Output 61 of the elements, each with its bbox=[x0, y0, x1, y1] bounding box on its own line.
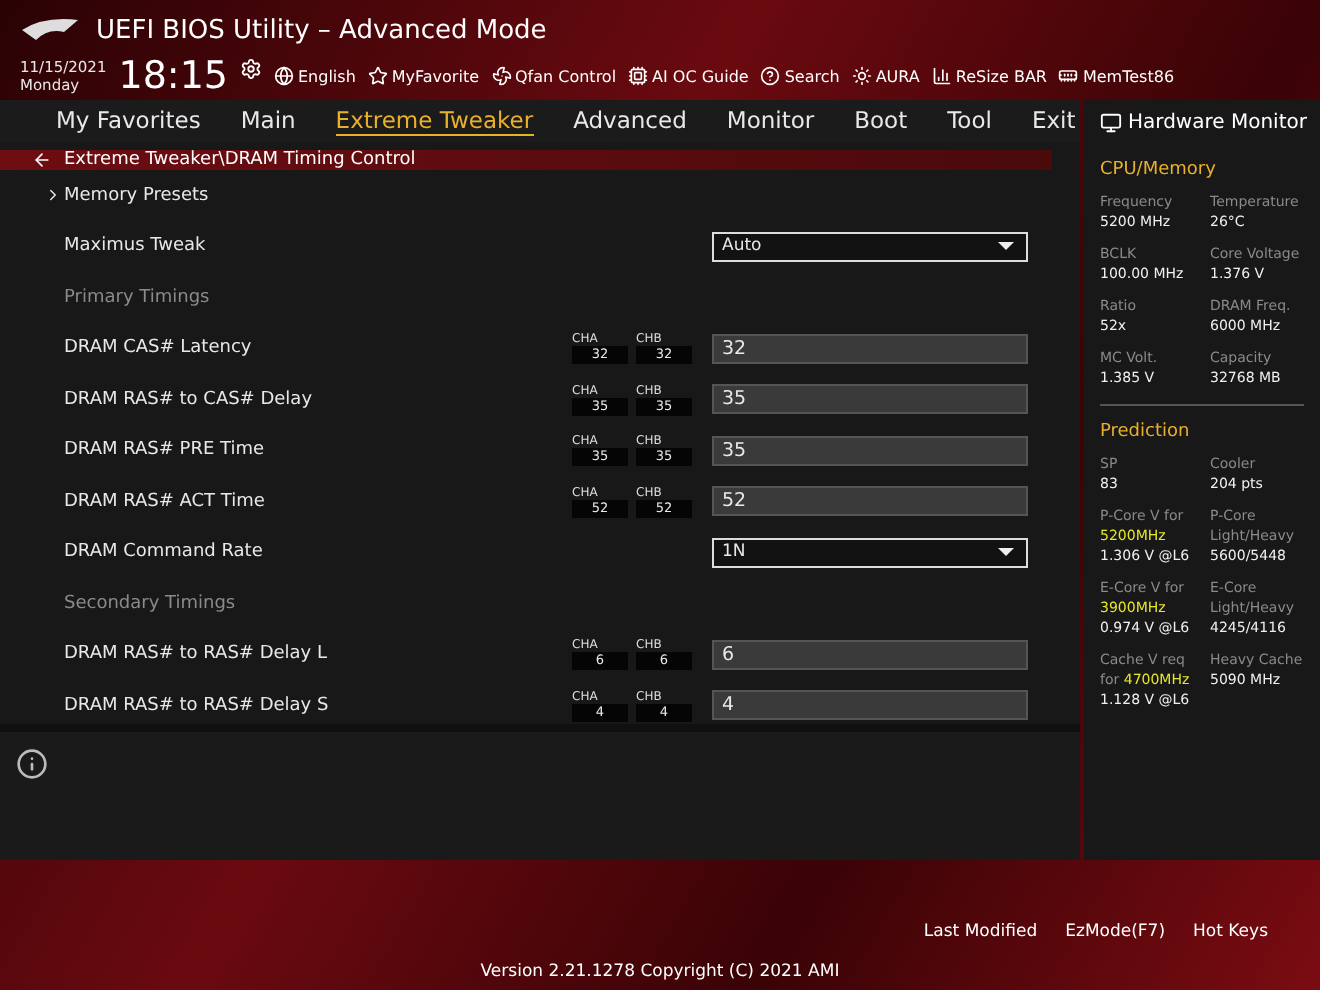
globe-icon bbox=[274, 66, 294, 86]
section-heading: CPU/Memory bbox=[1100, 160, 1218, 180]
fan-icon bbox=[491, 66, 511, 86]
star-icon bbox=[367, 66, 388, 86]
menu-tab[interactable]: Extreme Tweaker bbox=[335, 106, 534, 137]
info-icon bbox=[16, 748, 48, 781]
submenu-link[interactable]: Memory Presets bbox=[64, 185, 572, 206]
menu-tab[interactable]: Tool bbox=[947, 106, 992, 137]
bar-chart-icon bbox=[931, 66, 952, 86]
footer-button[interactable]: Last Modified bbox=[923, 922, 1038, 942]
menu-tab[interactable]: Boot bbox=[854, 106, 908, 137]
toolbar-button[interactable]: MemTest86 bbox=[1058, 66, 1175, 86]
setting-label: DRAM Command Rate bbox=[64, 542, 265, 563]
caret-icon bbox=[998, 242, 1014, 251]
dropdown-field[interactable]: 1N bbox=[712, 537, 1028, 568]
input-field[interactable]: 35 bbox=[712, 384, 1028, 415]
toolbar-button[interactable]: English bbox=[274, 66, 356, 86]
footer-button[interactable]: Hot Keys bbox=[1193, 922, 1268, 942]
chevron-icon bbox=[44, 186, 62, 205]
menu-tab[interactable]: My Favorites bbox=[56, 106, 201, 137]
input-field[interactable]: 32 bbox=[712, 333, 1028, 364]
setting-label: Maximus Tweak bbox=[64, 236, 208, 257]
chip-icon bbox=[628, 66, 649, 86]
setting-label: DRAM RAS# PRE Time bbox=[64, 440, 267, 461]
monitor-icon bbox=[1100, 111, 1122, 133]
toolbar-button[interactable]: MyFavorite bbox=[367, 66, 479, 86]
toolbar-button[interactable]: AURA bbox=[851, 66, 920, 86]
search-icon bbox=[760, 66, 781, 86]
section-heading: Secondary Timings bbox=[64, 593, 238, 614]
toolbar-button[interactable]: ReSize BAR bbox=[931, 66, 1047, 86]
version-text: Version 2.21.1278 Copyright (C) 2021 AMI bbox=[478, 962, 842, 982]
section-heading: Primary Timings bbox=[64, 287, 212, 308]
breadcrumb-text: Extreme Tweaker\DRAM Timing Control bbox=[64, 150, 416, 171]
logo-icon bbox=[20, 16, 80, 44]
section-heading: Prediction bbox=[1100, 422, 1192, 442]
clock-time: 18:15 bbox=[118, 54, 228, 98]
setting-label: DRAM RAS# ACT Time bbox=[64, 491, 267, 512]
sun-icon bbox=[851, 66, 872, 86]
dropdown-field[interactable]: Auto bbox=[712, 231, 1028, 262]
input-field[interactable]: 4 bbox=[712, 690, 1028, 721]
memory-icon bbox=[1058, 66, 1079, 86]
settings-icon[interactable] bbox=[240, 57, 262, 79]
toolbar-button[interactable]: Qfan Control bbox=[491, 66, 617, 86]
input-field[interactable]: 35 bbox=[712, 435, 1028, 466]
toolbar-button[interactable]: Search bbox=[760, 66, 840, 86]
menu-tab[interactable]: Main bbox=[240, 106, 296, 137]
menu-tab[interactable]: Monitor bbox=[726, 106, 815, 137]
window-title: UEFI BIOS Utility – Advanced Mode bbox=[96, 15, 547, 45]
input-field[interactable]: 6 bbox=[712, 639, 1028, 670]
caret-icon bbox=[998, 548, 1014, 557]
toolbar-button[interactable]: AI OC Guide bbox=[628, 66, 749, 86]
input-field[interactable]: 52 bbox=[712, 486, 1028, 517]
menu-tab[interactable]: Advanced bbox=[573, 106, 687, 137]
panel-title: Hardware Monitor bbox=[1128, 111, 1307, 133]
footer-button[interactable]: EzMode(F7) bbox=[1065, 922, 1166, 942]
setting-label: DRAM RAS# to CAS# Delay bbox=[64, 389, 315, 410]
back-arrow-icon[interactable] bbox=[32, 150, 52, 171]
setting-label: DRAM CAS# Latency bbox=[64, 338, 254, 359]
menu-tab[interactable]: Exit bbox=[1031, 106, 1076, 137]
setting-label: DRAM RAS# to RAS# Delay L bbox=[64, 644, 330, 665]
setting-label: DRAM RAS# to RAS# Delay S bbox=[64, 695, 331, 716]
